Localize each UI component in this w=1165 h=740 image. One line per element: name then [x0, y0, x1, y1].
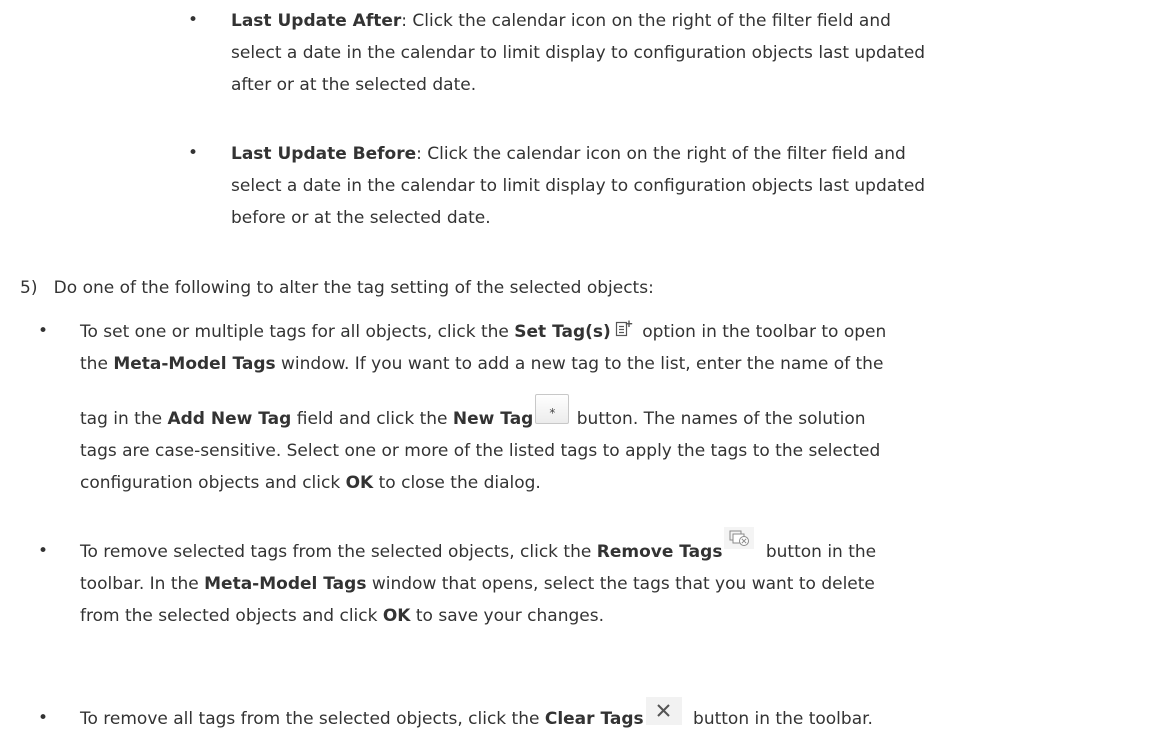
bullet-clear-tags: To remove all tags from the selected obj…: [80, 697, 873, 735]
new-tag-icon[interactable]: *: [535, 394, 570, 424]
bullet-marker: •: [38, 708, 49, 728]
bullet-set-tags: To set one or multiple tags for all obje…: [80, 316, 886, 380]
bullet-marker: •: [38, 321, 49, 341]
step-5: 5) Do one of the following to alter the …: [20, 272, 654, 304]
step-text: Do one of the following to alter the tag…: [53, 278, 654, 298]
term-last-update-after: Last Update After: [231, 11, 402, 31]
term-last-update-before: Last Update Before: [231, 144, 417, 164]
bullet-remove-tags: To remove selected tags from the selecte…: [80, 527, 876, 632]
step-number: 5): [20, 278, 38, 298]
set-tag-icon[interactable]: [615, 317, 633, 337]
sub-bullet-last-update-before: Last Update Before: Click the calendar i…: [231, 144, 926, 228]
bullet-marker: •: [188, 10, 199, 30]
bullet-marker: •: [38, 541, 49, 561]
sub-bullet-last-update-after: Last Update After: Click the calendar ic…: [231, 11, 926, 95]
document-page: • Last Update After: Click the calendar …: [0, 0, 1165, 740]
bullet-set-tags-continued: tag in the Add New Tag field and click t…: [80, 394, 880, 499]
remove-tags-icon[interactable]: [724, 527, 755, 549]
bullet-marker: •: [188, 143, 199, 163]
clear-tags-icon[interactable]: [645, 697, 682, 725]
